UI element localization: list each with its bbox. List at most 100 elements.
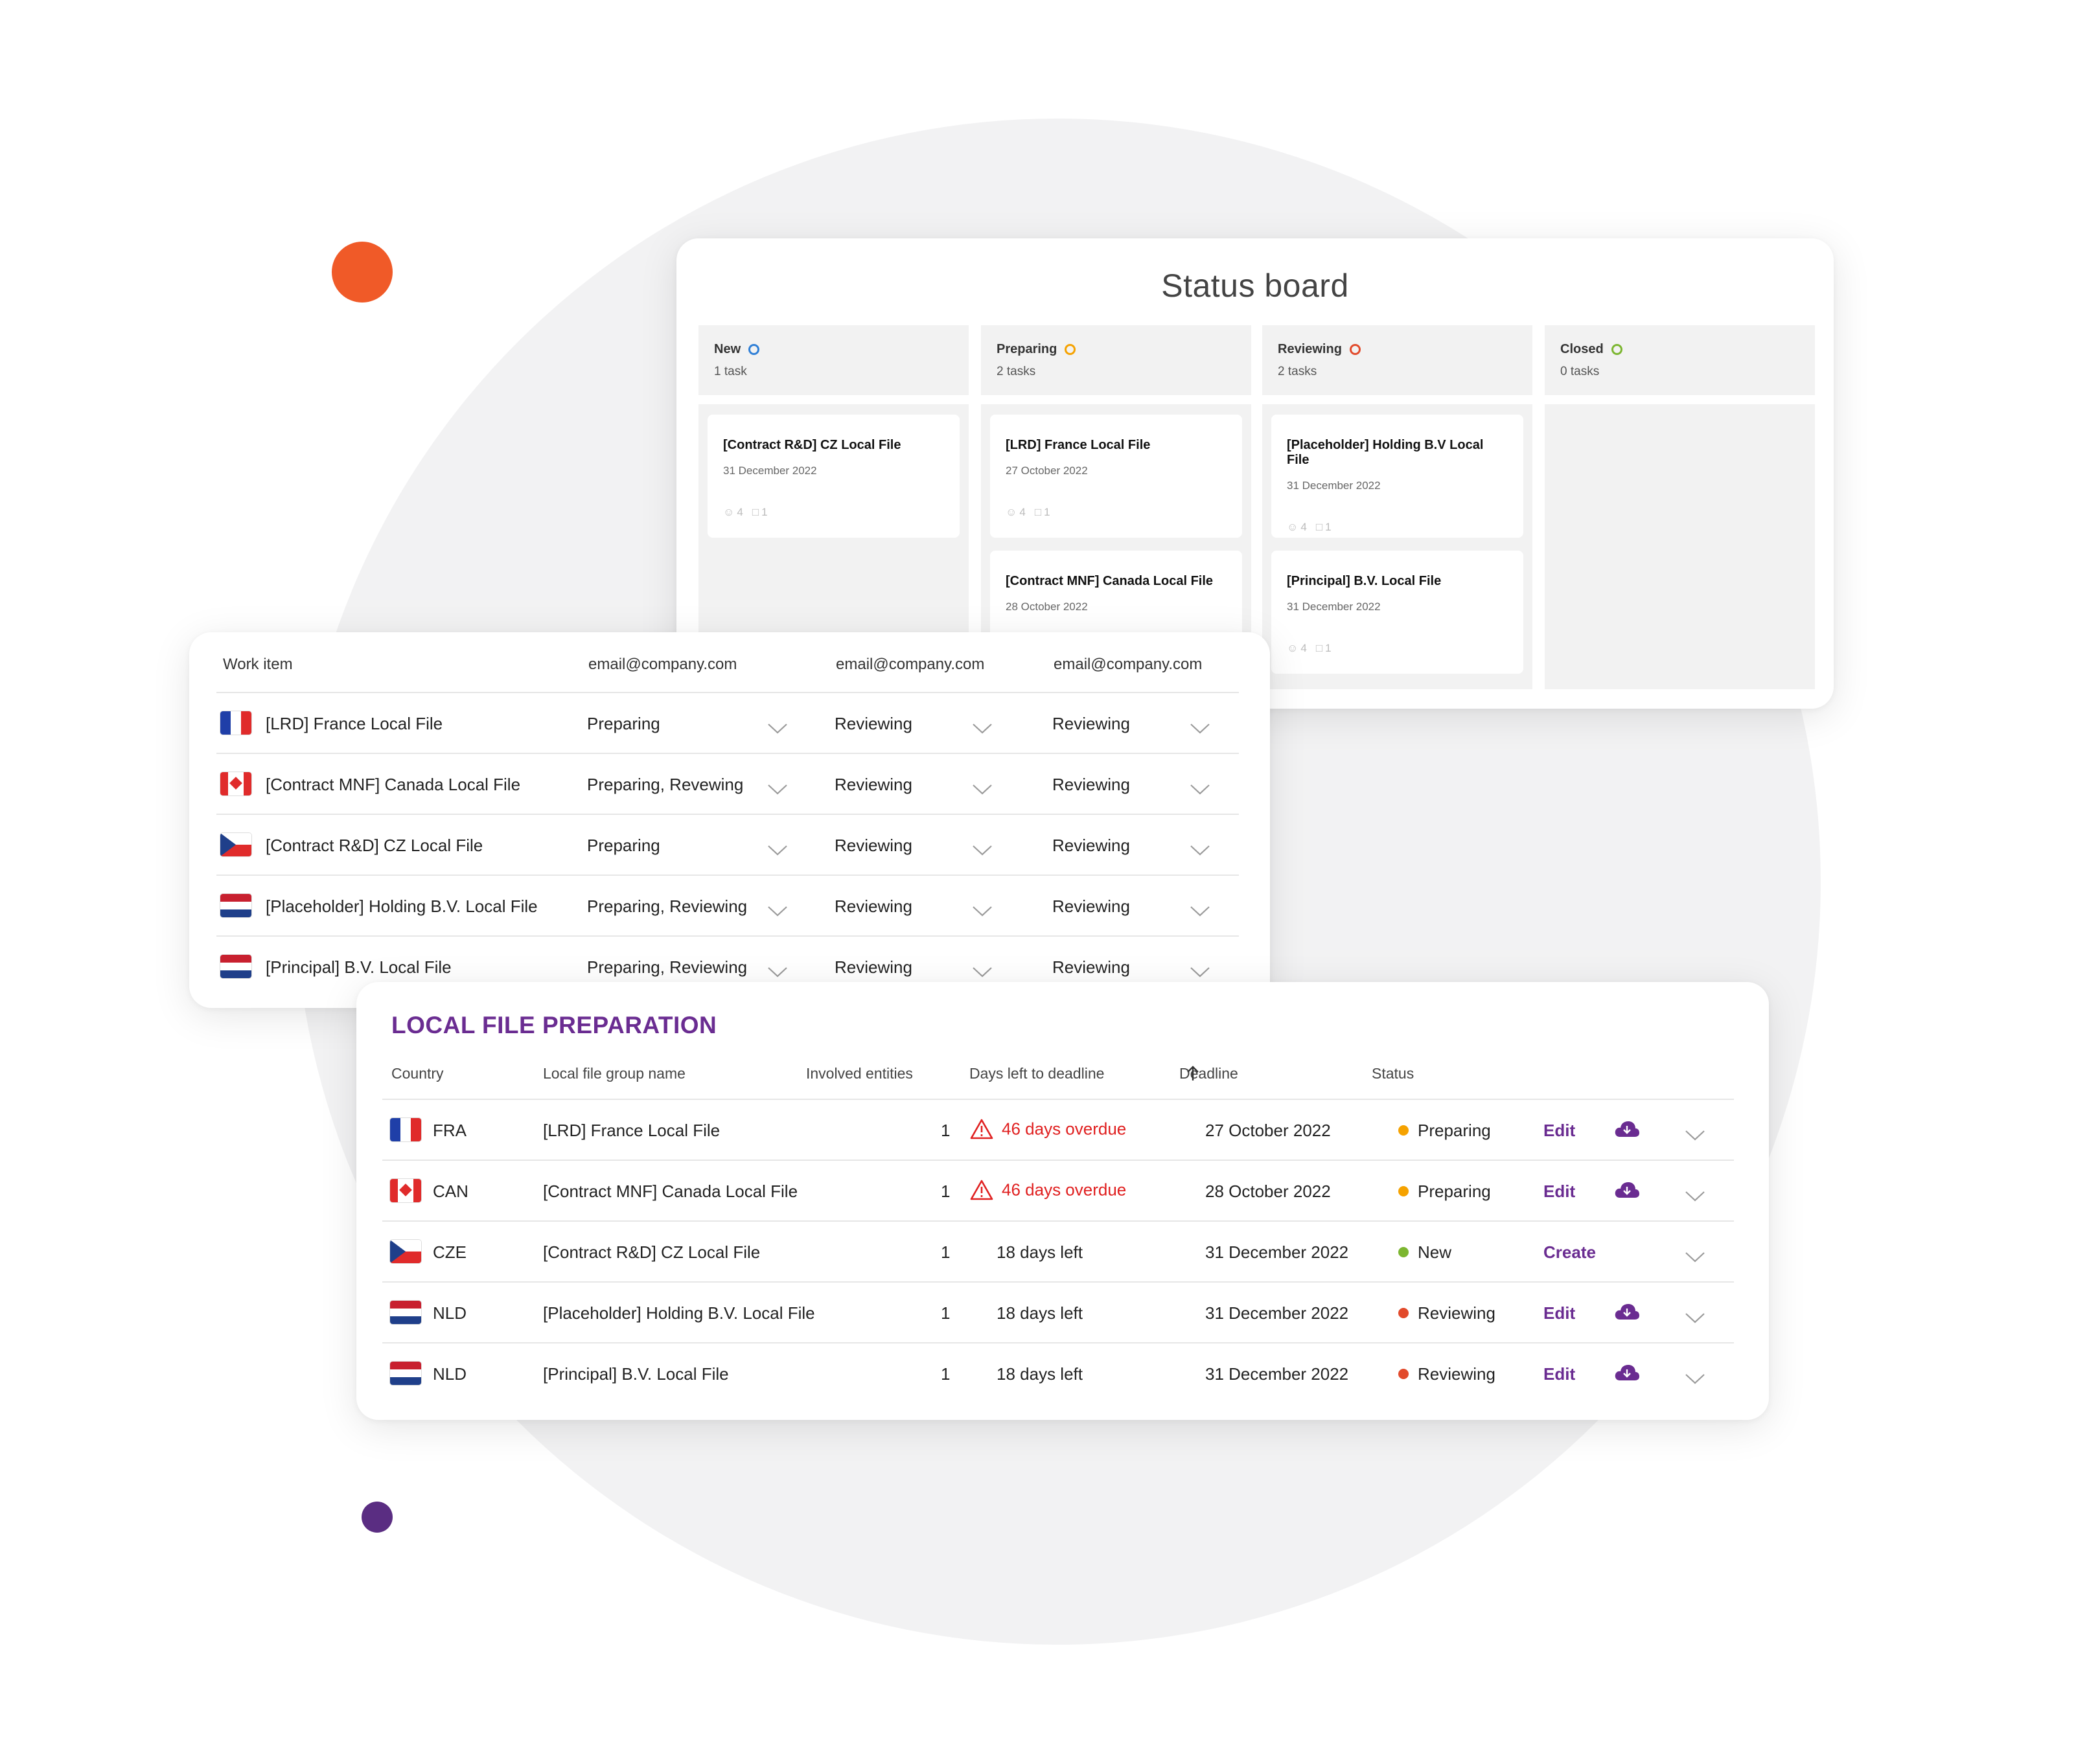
edit-button[interactable]: Edit [1543, 1364, 1575, 1384]
header-work-item: Work item [223, 656, 293, 673]
cloud-download-icon[interactable] [1613, 1180, 1641, 1204]
task-card[interactable]: [Contract R&D] CZ Local File 31 December … [708, 415, 960, 538]
edit-button[interactable]: Edit [1543, 1182, 1575, 1202]
netherlands-flag-icon [220, 955, 251, 978]
chevron-down-icon[interactable] [1190, 719, 1210, 739]
chevron-down-icon[interactable] [972, 841, 993, 861]
task-card[interactable]: [Placeholder] Holding B.V Local File 31 D… [1271, 415, 1523, 538]
header-reviewer-2[interactable]: email@company.com [836, 656, 984, 674]
chevron-down-icon[interactable] [972, 902, 993, 922]
chevron-down-icon[interactable] [1685, 1369, 1705, 1389]
header-deadline[interactable]: Deadline [1179, 1065, 1238, 1083]
local-file-group-name: [LRD] France Local File [543, 1121, 721, 1140]
reviewer-2-status[interactable]: Reviewing [835, 714, 912, 734]
chevron-down-icon[interactable] [767, 780, 788, 800]
status-column-count: 2 tasks [997, 365, 1036, 378]
work-item-row[interactable]: [Contract MNF] Canada Local File Preparin… [216, 753, 1239, 815]
status-label: Preparing [1418, 1182, 1491, 1201]
chevron-down-icon[interactable] [972, 963, 993, 983]
chevron-down-icon[interactable] [1190, 841, 1210, 861]
reviewer-2-status[interactable]: Reviewing [835, 836, 912, 856]
work-item-row[interactable]: [LRD] France Local File Preparing Reviewin… [216, 692, 1239, 754]
days-left: 18 days left [997, 1303, 1083, 1323]
status-column-name: Closed [1560, 342, 1799, 357]
country-code: NLD [433, 1303, 467, 1323]
cloud-download-icon[interactable] [1613, 1302, 1641, 1326]
reviewer-3-status[interactable]: Reviewing [1052, 957, 1130, 977]
local-file-row[interactable]: NLD [Principal] B.V. Local File 1 18 days l… [382, 1342, 1734, 1404]
reviewer-3-status[interactable]: Reviewing [1052, 775, 1130, 795]
country-code: NLD [433, 1364, 467, 1384]
header-reviewer-3[interactable]: email@company.com [1054, 656, 1202, 674]
work-item-name: [LRD] France Local File [266, 714, 443, 733]
reviewer-3-status[interactable]: Reviewing [1052, 714, 1130, 734]
status-cell: Preparing [1398, 1182, 1491, 1202]
chevron-down-icon[interactable] [972, 719, 993, 739]
reviewer-3-status[interactable]: Reviewing [1052, 897, 1130, 917]
reviewer-1-status[interactable]: Preparing [587, 836, 660, 856]
decorative-orange-dot [332, 242, 393, 303]
chevron-down-icon[interactable] [767, 841, 788, 861]
local-file-row[interactable]: FRA [LRD] France Local File 1 46 days overd… [382, 1099, 1734, 1161]
task-date: 31 December 2022 [723, 464, 817, 477]
task-card[interactable]: [Principal] B.V. Local File 31 December 2… [1271, 551, 1523, 674]
chevron-down-icon[interactable] [1190, 780, 1210, 800]
chevron-down-icon[interactable] [972, 780, 993, 800]
status-cell: New [1398, 1242, 1451, 1263]
country-code: CZE [433, 1242, 467, 1262]
reviewer-2-status[interactable]: Reviewing [835, 775, 912, 795]
status-column-header: New 1 task [698, 325, 969, 395]
chevron-down-icon[interactable] [1685, 1248, 1705, 1268]
header-reviewer-1[interactable]: email@company.com [588, 656, 737, 674]
status-column-label: Reviewing [1278, 342, 1342, 356]
cloud-download-icon[interactable] [1613, 1363, 1641, 1387]
warning-triangle-icon [970, 1180, 993, 1200]
status-cell: Preparing [1398, 1121, 1491, 1141]
chevron-down-icon[interactable] [767, 719, 788, 739]
france-flag-icon [220, 711, 251, 735]
status-column-header: Closed 0 tasks [1545, 325, 1815, 395]
header-status: Status [1372, 1065, 1414, 1082]
chevron-down-icon[interactable] [767, 963, 788, 983]
local-file-row[interactable]: CZE [Contract R&D] CZ Local File 1 18 days … [382, 1220, 1734, 1283]
reviewer-2-status[interactable]: Reviewing [835, 897, 912, 917]
status-column-label: Closed [1560, 342, 1604, 356]
task-title: [Contract R&D] CZ Local File [723, 438, 901, 452]
task-card[interactable]: [LRD] France Local File 27 October 2022 ☺ 4… [990, 415, 1242, 538]
work-item-row[interactable]: [Placeholder] Holding B.V. Local File Pre… [216, 874, 1239, 937]
reviewer-1-status[interactable]: Preparing, Reviewing [587, 897, 747, 917]
days-left-text: 18 days left [997, 1242, 1083, 1262]
local-file-row[interactable]: CAN [Contract MNF] Canada Local File 1 46 d… [382, 1160, 1734, 1222]
status-column-name: Preparing [997, 342, 1236, 357]
edit-button[interactable]: Edit [1543, 1121, 1575, 1141]
involved-entities: 1 [941, 1121, 951, 1140]
status-column-body [1545, 404, 1815, 689]
status-ring-icon [1349, 344, 1361, 355]
work-items-card: Work item email@company.com email@compan… [189, 632, 1270, 1008]
chevron-down-icon[interactable] [1685, 1126, 1705, 1146]
reviewer-1-status[interactable]: Preparing, Revewing [587, 775, 743, 795]
reviewer-3-status[interactable]: Reviewing [1052, 836, 1130, 856]
work-item-row[interactable]: [Contract R&D] CZ Local File Preparing Rev… [216, 814, 1239, 876]
chevron-down-icon[interactable] [1190, 902, 1210, 922]
document-icon: □ [1315, 521, 1323, 533]
task-title: [Principal] B.V. Local File [1287, 574, 1442, 588]
chevron-down-icon[interactable] [1685, 1187, 1705, 1207]
deadline-date: 31 December 2022 [1205, 1364, 1349, 1384]
reviewer-2-status[interactable]: Reviewing [835, 957, 912, 977]
task-people-count: 4 [1019, 506, 1026, 518]
reviewer-1-status[interactable]: Preparing, Reviewing [587, 957, 747, 977]
task-date: 27 October 2022 [1006, 464, 1088, 477]
chevron-down-icon[interactable] [1685, 1309, 1705, 1329]
days-overdue-text: 46 days overdue [1002, 1119, 1127, 1139]
maple-leaf-icon [399, 1183, 412, 1196]
chevron-down-icon[interactable] [767, 902, 788, 922]
local-file-row[interactable]: NLD [Placeholder] Holding B.V. Local File… [382, 1281, 1734, 1343]
reviewer-1-status[interactable]: Preparing [587, 714, 660, 734]
status-column-label: New [714, 342, 741, 356]
deadline-date: 31 December 2022 [1205, 1303, 1349, 1323]
cloud-download-icon[interactable] [1613, 1119, 1641, 1143]
chevron-down-icon[interactable] [1190, 963, 1210, 983]
edit-button[interactable]: Edit [1543, 1303, 1575, 1323]
create-button[interactable]: Create [1543, 1242, 1596, 1263]
